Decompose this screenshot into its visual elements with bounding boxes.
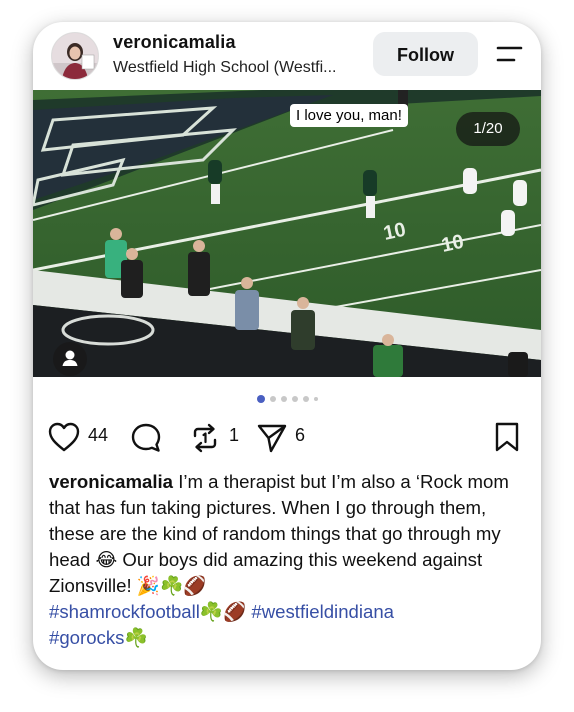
post-caption: veronicamalia I’m a therapist but I’m al…	[49, 469, 529, 651]
username[interactable]: veronicamalia	[113, 32, 236, 53]
carousel-dot	[281, 396, 287, 402]
location-label[interactable]: Westfield High School (Westfi...	[113, 59, 337, 77]
menu-icon[interactable]	[494, 42, 524, 66]
heart-icon[interactable]	[47, 421, 81, 453]
caption-username[interactable]: veronicamalia	[49, 471, 173, 492]
likes-count[interactable]: 44	[88, 425, 108, 446]
share-icon[interactable]	[255, 422, 289, 454]
reposts-count[interactable]: 1	[229, 425, 239, 446]
svg-text:10: 10	[439, 231, 465, 257]
photo-counter: 1/20	[456, 112, 520, 146]
follow-button[interactable]: Follow	[373, 32, 478, 76]
avatar-photo	[52, 33, 98, 79]
post-header: veronicamalia Westfield High School (Wes…	[33, 22, 541, 92]
post-photo[interactable]: 10 10 I love you, man! 1/20	[33, 90, 541, 377]
hashtag-link[interactable]: #shamrockfootball☘️🏈	[49, 601, 246, 622]
carousel-dot	[270, 396, 276, 402]
hashtag-link[interactable]: #westfieldindiana	[251, 601, 394, 622]
bookmark-icon[interactable]	[493, 421, 521, 453]
photo-overlay-text: I love you, man!	[290, 104, 408, 127]
carousel-dot	[303, 396, 309, 402]
shares-count[interactable]: 6	[295, 425, 305, 446]
hashtag-link[interactable]: #gorocks☘️	[49, 627, 148, 648]
comment-icon[interactable]	[129, 421, 163, 455]
repost-icon[interactable]	[188, 421, 222, 455]
tagged-people-icon[interactable]	[53, 342, 87, 376]
svg-text:10: 10	[381, 219, 407, 245]
carousel-dot-active	[257, 395, 265, 403]
post-card: veronicamalia Westfield High School (Wes…	[33, 22, 541, 670]
post-actions: 44 1 6	[33, 417, 541, 457]
avatar[interactable]	[51, 32, 99, 80]
carousel-dot	[314, 397, 318, 401]
carousel-dot	[292, 396, 298, 402]
